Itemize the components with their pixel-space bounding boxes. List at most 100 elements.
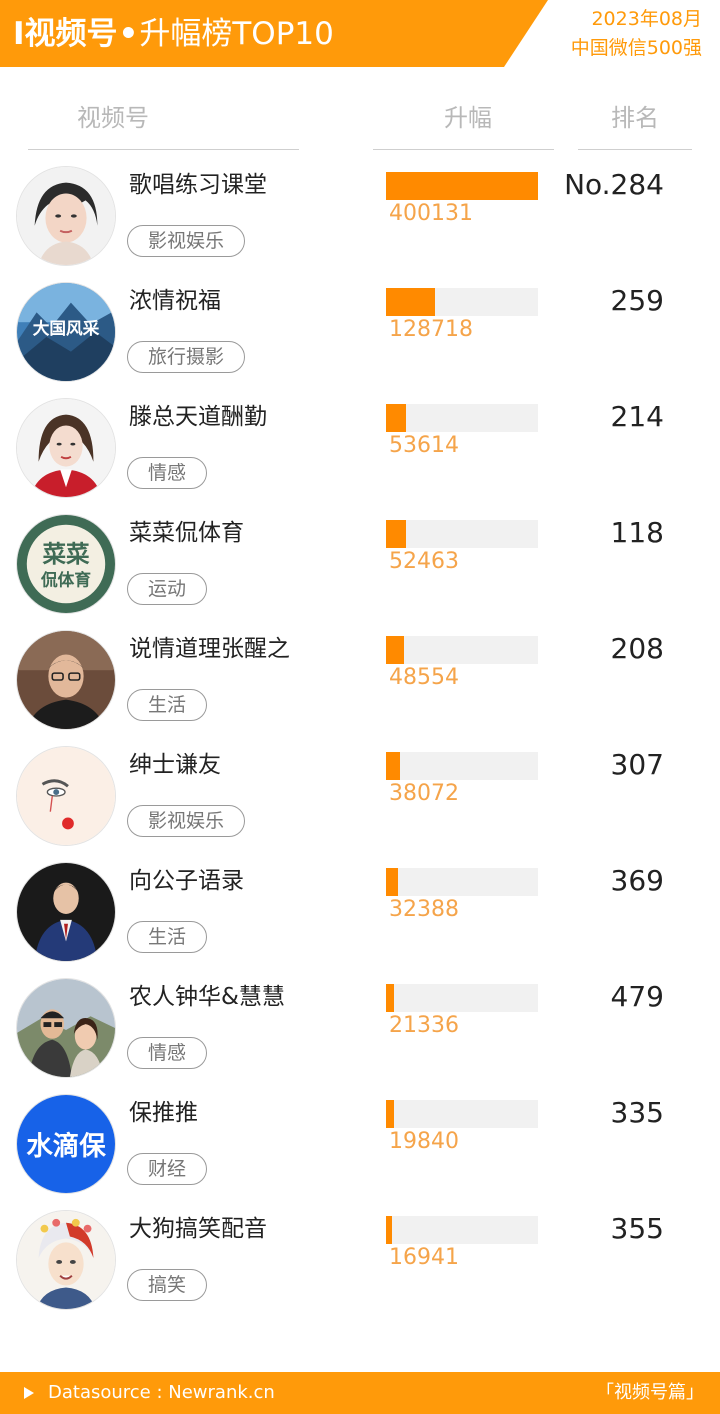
- column-header-growth: 升幅: [444, 104, 492, 132]
- growth-value: 32388: [389, 897, 459, 922]
- header-meta: 2023年08月 中国微信500强: [571, 5, 702, 63]
- header-subtitle: 中国微信500强: [570, 37, 702, 59]
- growth-value: 128718: [389, 317, 473, 342]
- avatar-text-2: 侃体育: [40, 570, 91, 590]
- text-logo-icon: 菜菜 侃体育: [16, 514, 116, 614]
- avatar-text: 大国风采: [33, 318, 100, 338]
- category-tag: 情感: [127, 1037, 208, 1069]
- growth-value: 53614: [389, 433, 459, 458]
- growth-value: 16941: [389, 1245, 459, 1270]
- channel-name: 保推推: [129, 1100, 198, 1126]
- category-tag: 财经: [127, 1153, 208, 1185]
- growth-bar: [386, 984, 394, 1012]
- avatar-text: 水滴保: [26, 1131, 106, 1162]
- growth-bar: [386, 172, 538, 200]
- category-tag: 情感: [127, 457, 208, 489]
- growth-bar-track: [386, 752, 538, 780]
- growth-bar-track: [386, 868, 538, 896]
- growth-value: 400131: [389, 201, 473, 226]
- page-title: I视频号•升幅榜TOP10: [13, 13, 334, 55]
- man-suit-icon: [16, 862, 116, 962]
- category-tag: 生活: [127, 921, 208, 953]
- growth-bar: [386, 404, 406, 432]
- channel-name: 农人钟华&慧慧: [129, 984, 285, 1010]
- growth-bar: [386, 752, 400, 780]
- play-arrow-icon: [24, 1387, 34, 1399]
- avatar-text-1: 菜菜: [41, 540, 90, 568]
- growth-bar-track: [386, 288, 538, 316]
- footer-label: 「视频号篇」: [596, 1382, 704, 1403]
- growth-bar-track: [386, 636, 538, 664]
- list-item: 歌唱练习课堂 影视娱乐 400131 No.284: [0, 166, 720, 282]
- rank-value: 369: [610, 864, 664, 897]
- growth-bar-track: [386, 404, 538, 432]
- rank-value: No.284: [564, 168, 664, 201]
- growth-bar: [386, 636, 404, 664]
- channel-name: 大狗搞笑配音: [129, 1216, 267, 1242]
- column-header-rank: 排名: [611, 104, 659, 132]
- list-item: 绅士谦友 影视娱乐 38072 307: [0, 746, 720, 862]
- man-glasses-icon: [16, 630, 116, 730]
- channel-name: 歌唱练习课堂: [129, 172, 267, 198]
- list-item: 大国风采 浓情祝福 旅行摄影 128718 259: [0, 282, 720, 398]
- list-item: 向公子语录 生活 32388 369: [0, 862, 720, 978]
- channel-name: 向公子语录: [129, 868, 244, 894]
- channel-name: 浓情祝福: [129, 288, 221, 314]
- list-item: 水滴保 保推推 财经 19840 335: [0, 1094, 720, 1210]
- growth-value: 52463: [389, 549, 459, 574]
- column-divider-channel: [28, 149, 299, 150]
- growth-bar: [386, 520, 406, 548]
- growth-value: 19840: [389, 1129, 459, 1154]
- channel-name: 菜菜侃体育: [129, 520, 244, 546]
- category-tag: 影视娱乐: [127, 225, 246, 257]
- rank-value: 307: [610, 748, 664, 781]
- growth-bar: [386, 868, 398, 896]
- list-item: 大狗搞笑配音 搞笑 16941 355: [0, 1210, 720, 1326]
- footer-bar: Datasource : Newrank.cn 「视频号篇」: [0, 1372, 720, 1414]
- growth-bar-track: [386, 520, 538, 548]
- growth-bar: [386, 1100, 394, 1128]
- rank-value: 208: [610, 632, 664, 665]
- rank-value: 335: [610, 1096, 664, 1129]
- rank-value: 355: [610, 1212, 664, 1245]
- growth-value: 21336: [389, 1013, 459, 1038]
- growth-value: 38072: [389, 781, 459, 806]
- channel-name: 绅士谦友: [129, 752, 221, 778]
- anime-character-icon: [16, 1210, 116, 1310]
- channel-name: 说情道理张醒之: [129, 636, 290, 662]
- couple-photo-icon: [16, 978, 116, 1078]
- header-banner: I视频号•升幅榜TOP10 2023年08月 中国微信500强: [0, 0, 720, 67]
- woman-portrait-icon: [16, 166, 116, 266]
- list-item: 说情道理张醒之 生活 48554 208: [0, 630, 720, 746]
- channel-name: 滕总天道酬勤: [129, 404, 267, 430]
- list-item: 菜菜 侃体育 菜菜侃体育 运动 52463 118: [0, 514, 720, 630]
- column-header-channel: 视频号: [77, 104, 149, 132]
- category-tag: 运动: [127, 573, 208, 605]
- mountain-landscape-icon: 大国风采: [16, 282, 116, 382]
- blue-logo-icon: 水滴保: [16, 1094, 116, 1194]
- rank-value: 118: [610, 516, 664, 549]
- growth-bar-track: [386, 1100, 538, 1128]
- title-bold: I视频号: [13, 16, 118, 52]
- column-divider-rank: [578, 149, 692, 150]
- title-rest: 升幅榜TOP10: [139, 16, 334, 52]
- growth-bar: [386, 288, 435, 316]
- data-source: Datasource : Newrank.cn: [48, 1382, 275, 1403]
- column-divider-growth: [373, 149, 554, 150]
- rank-value: 259: [610, 284, 664, 317]
- painted-face-icon: [16, 746, 116, 846]
- category-tag: 搞笑: [127, 1269, 208, 1301]
- title-dot: •: [118, 16, 139, 52]
- category-tag: 旅行摄影: [127, 341, 246, 373]
- growth-bar-track: [386, 1216, 538, 1244]
- category-tag: 影视娱乐: [127, 805, 246, 837]
- header-date: 2023年08月: [591, 8, 702, 30]
- growth-value: 48554: [389, 665, 459, 690]
- growth-bar-track: [386, 172, 538, 200]
- list-item: 滕总天道酬勤 情感 53614 214: [0, 398, 720, 514]
- growth-bar: [386, 1216, 392, 1244]
- growth-bar-track: [386, 984, 538, 1012]
- woman-red-jacket-icon: [16, 398, 116, 498]
- list-item: 农人钟华&慧慧 情感 21336 479: [0, 978, 720, 1094]
- rank-value: 214: [610, 400, 664, 433]
